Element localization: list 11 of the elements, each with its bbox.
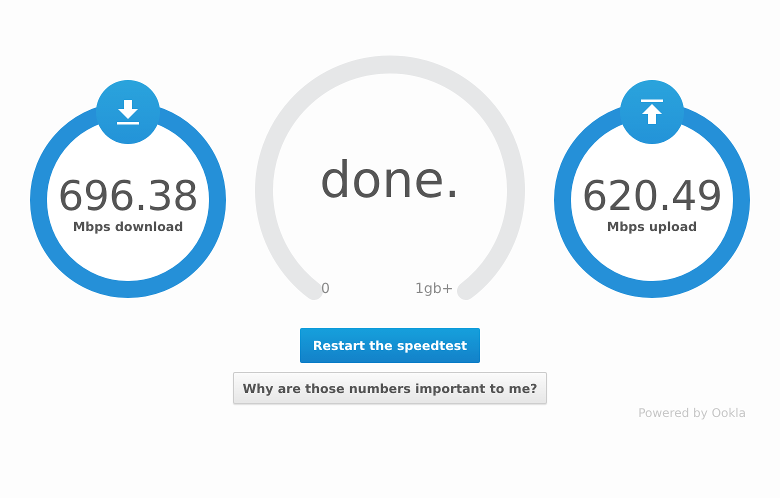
gauge-max-label: 1gb+: [415, 281, 454, 297]
speed-unit-label: Mbps download: [72, 219, 184, 234]
status-text: done.: [318, 155, 462, 205]
gauge-min-label: 0: [321, 281, 330, 297]
speed-unit-label: Mbps upload: [606, 219, 698, 234]
download-icon: [115, 99, 141, 125]
info-button[interactable]: Why are those numbers important to me?: [232, 372, 548, 404]
speed-value: 696.38: [58, 174, 198, 220]
upload-icon: [639, 99, 665, 125]
speed-value: 620.49: [582, 174, 722, 220]
restart-button[interactable]: Restart the speedtest: [300, 328, 480, 363]
